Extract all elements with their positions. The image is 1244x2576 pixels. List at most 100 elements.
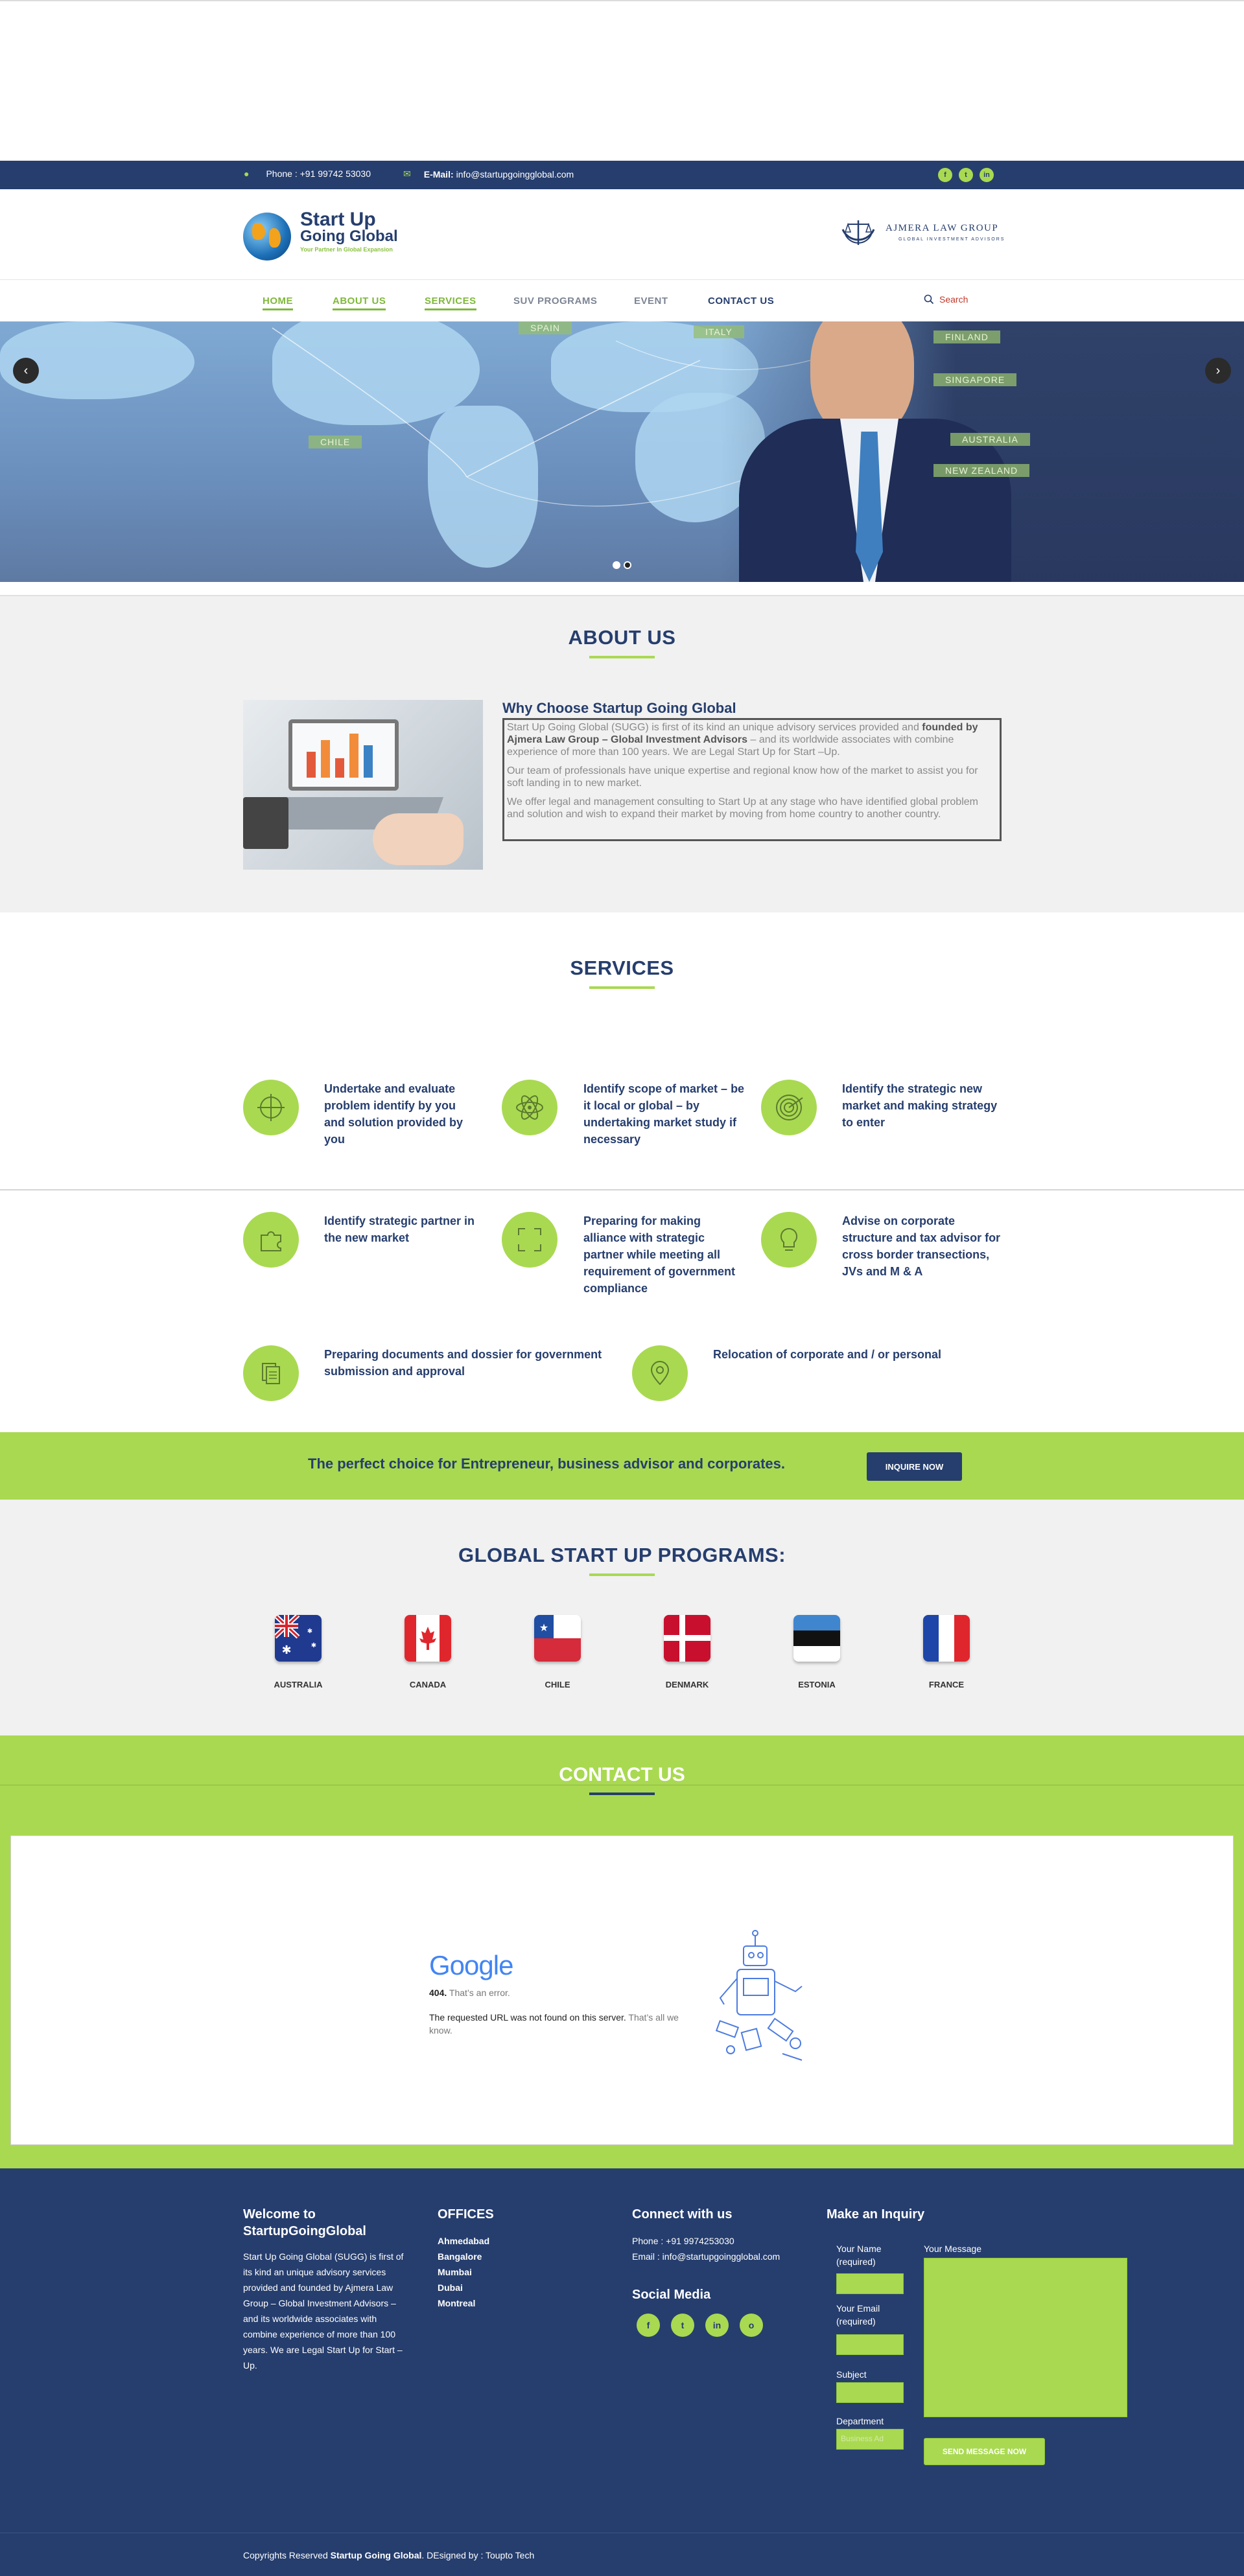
contact-section: CONTACT US Google 404. That’s an error. … (0, 1735, 1244, 2168)
hero-tag: SPAIN (519, 321, 572, 334)
linkedin-icon[interactable]: in (705, 2314, 729, 2337)
linkedin-icon[interactable]: in (980, 168, 994, 182)
logo-tagline: Your Partner In Global Expansion (300, 246, 393, 253)
footer-welcome-text: Start Up Going Global (SUGG) is first of… (243, 2251, 404, 2371)
crosshair-icon (243, 1080, 299, 1135)
map-error-message: The requested URL was not found on this … (429, 2012, 679, 2036)
name-label: Your Name (required) (836, 2244, 882, 2267)
top-border (0, 0, 1244, 1)
nav-item-home[interactable]: HOME (263, 296, 293, 310)
nav-item-label: EVENT (634, 296, 668, 307)
country-label[interactable]: ESTONIA (778, 1680, 856, 1689)
service-item: Identify scope of market – be it local o… (583, 1082, 745, 1146)
map-error-title: 404. That’s an error. (429, 1988, 510, 1998)
footer-email[interactable]: Email : info@startupgoingglobal.com (632, 2249, 780, 2264)
slider-dot[interactable] (613, 561, 620, 569)
services-title: SERVICES (570, 957, 674, 979)
about-paragraph-1: Start Up Going Global (SUGG) is first of… (507, 722, 978, 758)
country-label[interactable]: CHILE (519, 1680, 596, 1689)
nav-item-suv-programs[interactable]: SUV PROGRAMS (513, 296, 597, 307)
footer-phone[interactable]: Phone : +91 9974253030 (632, 2233, 734, 2249)
topbar-phone[interactable]: ● Phone : +91 99742 53030 (244, 168, 371, 179)
search-trigger[interactable]: Search (924, 294, 968, 305)
copyright-bar: Copyrights Reserved Startup Going Global… (0, 2533, 1244, 2576)
nav-item-event[interactable]: EVENT (634, 296, 668, 307)
slider-dot-active[interactable] (624, 561, 631, 569)
nav-item-contact[interactable]: CONTACT US (708, 296, 774, 307)
france-flag-icon[interactable] (923, 1615, 970, 1662)
service-item: Preparing for making alliance with strat… (583, 1214, 736, 1295)
hero-slider[interactable]: SPAIN ITALY FINLAND SINGAPORE CHILE AUST… (0, 321, 1244, 582)
about-text-box: Start Up Going Global (SUGG) is first of… (502, 718, 1002, 841)
about-title: ABOUT US (568, 626, 676, 649)
cta-text: The perfect choice for Entrepreneur, bus… (308, 1456, 785, 1472)
name-input[interactable] (836, 2273, 904, 2294)
scales-logo-icon (841, 220, 875, 245)
phone-icon: ● (244, 168, 250, 179)
office-item: Bangalore (438, 2251, 482, 2262)
google-logo: Google (429, 1950, 513, 1980)
chile-flag-icon[interactable]: ★ (534, 1615, 581, 1662)
subject-label: Subject (836, 2369, 867, 2380)
site-logo[interactable]: Start Up Going Global Your Partner In Gl… (243, 209, 399, 263)
copyright-text: Copyrights Reserved Startup Going Global… (243, 2550, 535, 2560)
svg-text:★: ★ (539, 1623, 548, 1634)
services-section: SERVICES Undertake and evaluate problem … (0, 912, 1244, 1432)
footer: Welcome to StartupGoingGlobal Start Up G… (0, 2168, 1244, 2533)
instagram-icon[interactable]: o (740, 2314, 763, 2337)
slider-prev-button[interactable]: ‹ (13, 358, 39, 384)
search-label: Search (939, 294, 968, 305)
nav-item-services[interactable]: SERVICES (425, 296, 476, 310)
svg-text:✱: ✱ (307, 1628, 312, 1635)
email-label: Your Email (required) (836, 2303, 880, 2327)
country-label[interactable]: AUSTRALIA (259, 1680, 337, 1689)
country-label[interactable]: DENMARK (648, 1680, 726, 1689)
facebook-icon[interactable]: f (938, 168, 952, 182)
country-label[interactable]: FRANCE (908, 1680, 985, 1689)
send-message-button[interactable]: SEND MESSAGE NOW (924, 2438, 1045, 2465)
twitter-icon[interactable]: t (671, 2314, 694, 2337)
estonia-flag-icon[interactable] (793, 1615, 840, 1662)
partner-tagline: GLOBAL INVESTMENT ADVISORS (898, 237, 1005, 242)
service-item: Identify the strategic new market and ma… (842, 1082, 998, 1129)
hero-tag: NEW ZEALAND (933, 464, 1030, 477)
department-select[interactable]: Business Ad (836, 2429, 904, 2450)
email-input[interactable] (836, 2334, 904, 2355)
about-paragraph-2: Our team of professionals have unique ex… (507, 765, 978, 789)
canada-flag-icon[interactable] (405, 1615, 451, 1662)
partner-logo[interactable]: AJMERA LAW GROUP GLOBAL INVESTMENT ADVIS… (838, 216, 1006, 253)
top-bar: ● Phone : +91 99742 53030 ✉ E-Mail: info… (0, 161, 1244, 189)
footer-social-title: Social Media (632, 2288, 711, 2302)
documents-icon (243, 1345, 299, 1401)
nav-item-label: HOME (263, 296, 293, 307)
footer-welcome-title: Welcome to StartupGoingGlobal (243, 2207, 366, 2238)
partner-name: AJMERA LAW GROUP (886, 223, 999, 233)
programs-section: GLOBAL START UP PROGRAMS: ✱ ✱ ✱ AUSTRALI… (0, 1500, 1244, 1735)
denmark-flag-icon[interactable] (664, 1615, 710, 1662)
message-textarea[interactable] (924, 2258, 1127, 2417)
inquire-now-button[interactable]: INQUIRE NOW (867, 1452, 962, 1481)
country-label[interactable]: CANADA (389, 1680, 467, 1689)
envelope-icon: ✉ (403, 168, 411, 179)
nav-item-about[interactable]: ABOUT US (333, 296, 386, 310)
about-heading: Why Choose Startup Going Global (502, 700, 736, 716)
facebook-icon[interactable]: f (637, 2314, 660, 2337)
about-section: ABOUT US Why Choose Startup Going Global… (0, 595, 1244, 912)
topbar-email[interactable]: ✉ E-Mail: info@startupgoingglobal.com (403, 168, 574, 180)
slider-next-button[interactable]: › (1205, 358, 1231, 384)
hero-tag: FINLAND (933, 331, 1000, 343)
programs-title-bar (589, 1573, 655, 1576)
map-embed[interactable]: Google 404. That’s an error. The request… (10, 1835, 1234, 2145)
expand-icon (502, 1212, 557, 1268)
topbar-social: f t in (938, 168, 994, 182)
hero-tag: AUSTRALIA (950, 433, 1030, 446)
logo-line1: Start Up (300, 209, 376, 230)
services-divider (0, 1189, 1244, 1190)
australia-flag-icon[interactable]: ✱ ✱ ✱ (275, 1615, 322, 1662)
hand (373, 813, 464, 865)
subject-input[interactable] (836, 2382, 904, 2403)
main-nav: HOME ABOUT US SERVICES SUV PROGRAMS EVEN… (0, 280, 1244, 321)
twitter-icon[interactable]: t (959, 168, 973, 182)
contact-title: CONTACT US (559, 1764, 685, 1785)
nav-item-label: CONTACT US (708, 296, 775, 307)
